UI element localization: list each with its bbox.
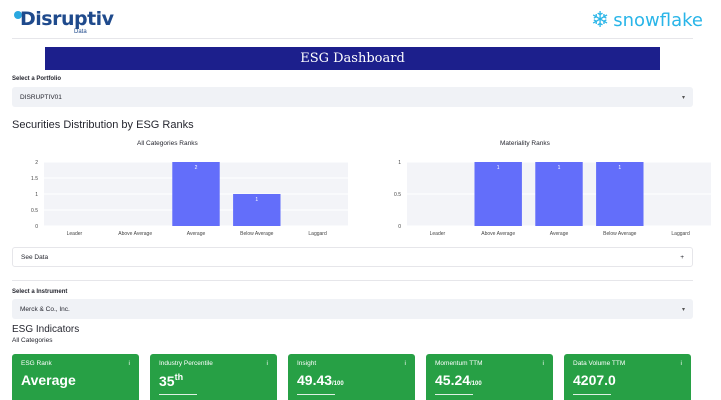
x-tick-label: Average <box>187 231 206 237</box>
y-tick-label: 1.5 <box>31 176 38 182</box>
x-tick-label: Average <box>550 231 569 237</box>
dashboard-title-banner: ESG Dashboard <box>45 47 660 70</box>
card-underline <box>573 394 611 395</box>
info-icon[interactable]: i <box>543 360 544 367</box>
bar <box>535 162 583 226</box>
ordinal-suffix: th <box>174 372 184 382</box>
metric-card-title: ESG Rank <box>21 360 52 367</box>
y-tick-label: 1 <box>35 192 38 198</box>
y-tick-label: 0 <box>398 224 401 230</box>
x-tick-label: Laggard <box>671 231 690 237</box>
x-tick-label: Above Average <box>481 231 515 237</box>
metric-card-momentum-ttm: Momentum TTM i 45.24/100 <box>426 354 553 400</box>
disruptiv-logo-subtext: Data <box>74 29 87 35</box>
metric-card-title: Data Volume TTM <box>573 360 626 367</box>
bar-data-label: 2 <box>195 165 198 171</box>
x-tick-label: Leader <box>67 231 83 237</box>
metric-card-value: Average <box>21 372 76 388</box>
card-underline <box>435 394 473 395</box>
distribution-section-title: Securities Distribution by ESG Ranks <box>12 119 194 131</box>
bar-data-label: 1 <box>497 165 500 171</box>
y-tick-label: 0 <box>35 224 38 230</box>
see-data-expander[interactable]: See Data + <box>12 247 693 267</box>
instrument-select[interactable]: Merck & Co., Inc. ▾ <box>12 299 693 319</box>
materiality-ranks-chart: 0 0.5 1 Leader Above Average 1 Average 1 Below A… <box>394 160 711 237</box>
info-icon[interactable]: i <box>129 360 130 367</box>
x-tick-label: Laggard <box>308 231 327 237</box>
y-tick-label: 2 <box>35 160 38 166</box>
metric-card-esg-rank: ESG Rank i Average <box>12 354 139 400</box>
metric-card-title: Insight <box>297 360 317 367</box>
bar <box>474 162 522 226</box>
see-data-label: See Data <box>21 253 49 261</box>
instrument-label: Select a Instrument <box>12 289 68 295</box>
y-tick-label: 0.5 <box>394 192 401 198</box>
snowflake-icon: ❄ <box>590 7 610 32</box>
esg-indicators-subtitle: All Categories <box>12 337 53 344</box>
metric-card-title: Momentum TTM <box>435 360 483 367</box>
y-tick-label: 1 <box>398 160 401 166</box>
x-tick-label: Below Average <box>603 231 636 237</box>
y-tick-label: 0.5 <box>31 208 38 214</box>
bar-data-label: 1 <box>558 165 561 171</box>
section-divider <box>12 280 693 281</box>
info-icon[interactable]: i <box>681 360 682 367</box>
portfolio-select-value: DISRUPTIV01 <box>20 93 62 101</box>
info-icon[interactable]: i <box>405 360 406 367</box>
snowflake-logo: ❄ snowflake <box>591 8 703 32</box>
metric-card-industry-percentile: Industry Percentile i 35th <box>150 354 277 400</box>
info-icon[interactable]: i <box>267 360 268 367</box>
metric-card-insight: Insight i 49.43/100 <box>288 354 415 400</box>
metric-card-value: 35th <box>159 372 184 389</box>
all-categories-ranks-chart: 0 0.5 1 1.5 2 Leader Above Average Average 2 Belo… <box>31 160 348 237</box>
bar <box>172 162 220 226</box>
bar-data-label: 1 <box>255 197 258 203</box>
expand-plus-icon: + <box>680 253 684 261</box>
metric-card-value: 4207.0 <box>573 372 616 388</box>
metric-card-title: Industry Percentile <box>159 360 213 367</box>
instrument-select-value: Merck & Co., Inc. <box>20 305 70 313</box>
disruptiv-logo: Disruptiv Data <box>14 8 124 35</box>
dashboard-title: ESG Dashboard <box>300 51 405 66</box>
value-scale: /100 <box>470 381 482 387</box>
metric-card-data-volume-ttm: Data Volume TTM i 4207.0 <box>564 354 691 400</box>
header-divider <box>12 38 693 39</box>
chart-title-materiality: Materiality Ranks <box>500 140 550 147</box>
x-tick-label: Above Average <box>118 231 152 237</box>
x-tick-label: Below Average <box>240 231 273 237</box>
bar-data-label: 1 <box>618 165 621 171</box>
card-underline <box>159 394 197 395</box>
esg-indicators-title: ESG Indicators <box>12 324 80 335</box>
chart-title-all-categories: All Categories Ranks <box>137 140 198 147</box>
bar <box>596 162 644 226</box>
indicator-cards: ESG Rank i Average Industry Percentile i… <box>12 354 691 400</box>
metric-card-value: 45.24/100 <box>435 372 482 388</box>
chevron-down-icon: ▾ <box>681 94 685 101</box>
metric-card-value: 49.43/100 <box>297 372 344 388</box>
portfolio-select[interactable]: DISRUPTIV01 ▾ <box>12 87 693 107</box>
x-tick-label: Leader <box>430 231 446 237</box>
portfolio-label: Select a Portfolio <box>12 76 62 82</box>
value-scale: /100 <box>332 381 344 387</box>
card-underline <box>297 394 335 395</box>
disruptiv-logo-text: Disruptiv <box>20 8 114 30</box>
chevron-down-icon: ▾ <box>681 306 685 313</box>
snowflake-logo-text: snowflake <box>613 9 703 31</box>
